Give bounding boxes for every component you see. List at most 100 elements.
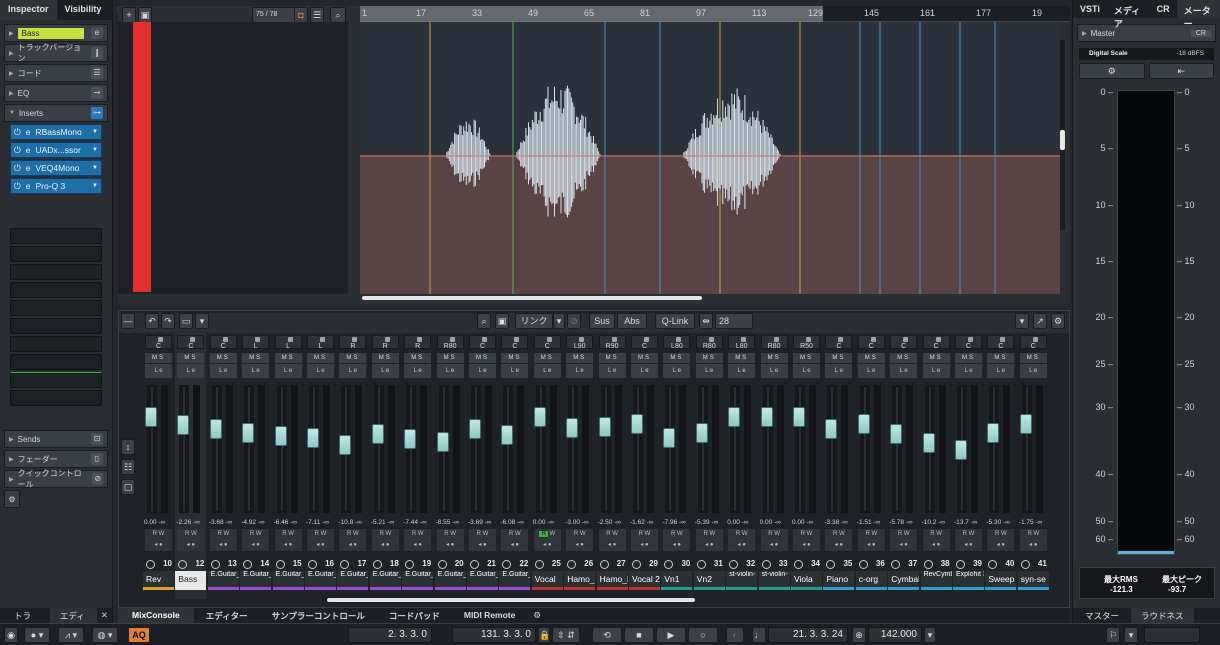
listen-edit-buttons[interactable]: L e	[436, 364, 464, 378]
insert-slot[interactable]	[10, 372, 102, 388]
volume-fader[interactable]	[533, 385, 546, 513]
channel-name[interactable]: Vocal 2	[629, 571, 660, 587]
read-write-buttons[interactable]: R W ◂ ●	[242, 529, 270, 551]
insert-slot-4[interactable]: ⏻ e Pro-Q 3 ▼	[10, 178, 102, 194]
read-write-buttons[interactable]: R W ◂ ●	[663, 529, 691, 551]
read-write-buttons[interactable]: R W ◂ ●	[793, 529, 820, 551]
abs-button[interactable]: Abs	[617, 313, 647, 329]
volume-value[interactable]: -5.21 -∞	[371, 519, 401, 526]
vertical-scrollbar[interactable]	[1060, 40, 1065, 230]
power-icon[interactable]: ⏻	[14, 145, 21, 156]
volume-value[interactable]: -3.68 -∞	[209, 519, 239, 526]
tempo-mode-icon[interactable]: ⊕	[852, 627, 866, 643]
volume-fader[interactable]	[501, 385, 514, 513]
tab-visibility[interactable]: Visibility	[57, 0, 110, 20]
volume-fader[interactable]	[987, 385, 1000, 513]
pan-control[interactable]: C	[533, 335, 561, 350]
link-button[interactable]: リンク	[515, 313, 553, 329]
fader-knob[interactable]	[145, 407, 157, 427]
edit-icon[interactable]: e	[26, 163, 31, 173]
volume-fader[interactable]	[728, 385, 741, 513]
pan-control[interactable]: C	[145, 335, 172, 350]
eq-icon[interactable]: ⊸	[91, 87, 103, 99]
pan-control[interactable]: C	[631, 335, 658, 350]
fader-knob[interactable]	[242, 423, 255, 443]
racks-icon[interactable]: ☷	[121, 459, 135, 475]
channel-name[interactable]: Vocal	[531, 571, 563, 587]
volume-fader[interactable]	[404, 385, 417, 513]
fader-knob[interactable]	[728, 407, 741, 427]
fader-knob[interactable]	[695, 423, 708, 443]
mute-solo-buttons[interactable]: MS	[825, 353, 853, 363]
volume-value[interactable]: -5.39 -∞	[695, 519, 725, 526]
volume-value[interactable]: -1.62 -∞	[630, 519, 660, 526]
mute-solo-buttons[interactable]: MS	[1019, 353, 1047, 363]
volume-value[interactable]: -5.30 -∞	[986, 519, 1016, 526]
list-icon[interactable]: ☰	[310, 7, 324, 23]
listen-edit-buttons[interactable]: L e	[274, 364, 302, 378]
redo-icon[interactable]: ↷	[161, 313, 175, 329]
channel-name[interactable]: RevCymb al	[920, 571, 952, 587]
volume-value[interactable]: -7.11 -∞	[306, 519, 336, 526]
tab-master[interactable]: マスター	[1073, 608, 1131, 623]
read-write-buttons[interactable]: R W ◂ ●	[760, 529, 788, 551]
snapshot-icon[interactable]: ▭	[179, 313, 193, 329]
sus-button[interactable]: Sus	[589, 313, 615, 329]
dropdown-icon[interactable]: ▼	[92, 129, 98, 135]
channel-name[interactable]: st-violin- 1st	[726, 571, 758, 587]
listen-edit-buttons[interactable]: L e	[501, 364, 529, 378]
fader-knob[interactable]	[1019, 414, 1032, 434]
mute-solo-buttons[interactable]: MS	[209, 353, 237, 363]
edit-icon[interactable]: e	[26, 127, 31, 137]
fader-knob[interactable]	[598, 417, 611, 437]
pan-control[interactable]: C	[501, 335, 529, 350]
select-icon[interactable]: ▣	[495, 313, 509, 329]
volume-fader[interactable]	[955, 385, 967, 513]
listen-edit-buttons[interactable]: L e	[890, 364, 918, 378]
tab-cr[interactable]: CR	[1150, 0, 1177, 18]
sync-icon[interactable]: ◐	[726, 627, 744, 643]
channel-name[interactable]: Hamo_L	[564, 571, 596, 587]
read-write-buttons[interactable]: R W ◂ ●	[469, 529, 496, 551]
channel-name[interactable]: Viola	[791, 571, 822, 587]
dropdown-icon[interactable]: ▼	[92, 183, 98, 189]
read-write-buttons[interactable]: R W ◂ ●	[566, 529, 594, 551]
insert-slot[interactable]	[10, 300, 102, 316]
channel-count-field[interactable]: 28	[715, 313, 753, 329]
event-display[interactable]	[360, 22, 1060, 300]
pan-control[interactable]: L	[242, 335, 270, 350]
power-icon[interactable]: ⏻	[14, 181, 21, 192]
power-icon[interactable]: ⏻	[14, 127, 21, 138]
settings-gear[interactable]: ⚙	[4, 490, 20, 508]
listen-edit-buttons[interactable]: L e	[760, 364, 788, 378]
marker-dropdown-icon[interactable]: ▾	[1124, 627, 1138, 643]
listen-edit-buttons[interactable]: L e	[663, 364, 691, 378]
volume-value[interactable]: -5.78 -∞	[889, 519, 919, 526]
mute-solo-buttons[interactable]: MS	[566, 353, 594, 363]
mute-solo-buttons[interactable]: MS	[533, 353, 561, 363]
collapse-button[interactable]: —	[121, 313, 135, 329]
pan-control[interactable]: R90	[598, 335, 626, 350]
volume-fader[interactable]	[760, 385, 773, 513]
edit-icon[interactable]: e	[26, 181, 31, 191]
fader-knob[interactable]	[177, 415, 190, 435]
audio-icon[interactable]: ⩘ ▾	[58, 627, 84, 643]
inserts-icon[interactable]: ⊶	[91, 107, 103, 119]
listen-edit-buttons[interactable]: L e	[922, 364, 950, 378]
power-icon[interactable]: ⏻	[14, 163, 21, 174]
channel-name[interactable]: Hamo_R	[596, 571, 628, 587]
volume-fader[interactable]	[274, 385, 287, 513]
fader-knob[interactable]	[857, 414, 870, 434]
volume-fader[interactable]	[663, 385, 676, 513]
read-write-buttons[interactable]: R W ◂ ●	[1019, 529, 1047, 551]
listen-edit-buttons[interactable]: L e	[631, 364, 658, 378]
volume-fader[interactable]	[631, 385, 643, 513]
read-write-buttons[interactable]: R W ◂ ●	[533, 529, 561, 551]
mute-solo-buttons[interactable]: MS	[404, 353, 432, 363]
metronome-icon[interactable]: ♩	[752, 627, 766, 643]
read-write-buttons[interactable]: R W ◂ ●	[890, 529, 918, 551]
read-write-buttons[interactable]: R W ◂ ●	[501, 529, 529, 551]
channel-name[interactable]: E.Guitar_ Solo2_Ha...	[499, 571, 531, 587]
pan-control[interactable]: C	[857, 335, 885, 350]
listen-edit-buttons[interactable]: L e	[695, 364, 723, 378]
